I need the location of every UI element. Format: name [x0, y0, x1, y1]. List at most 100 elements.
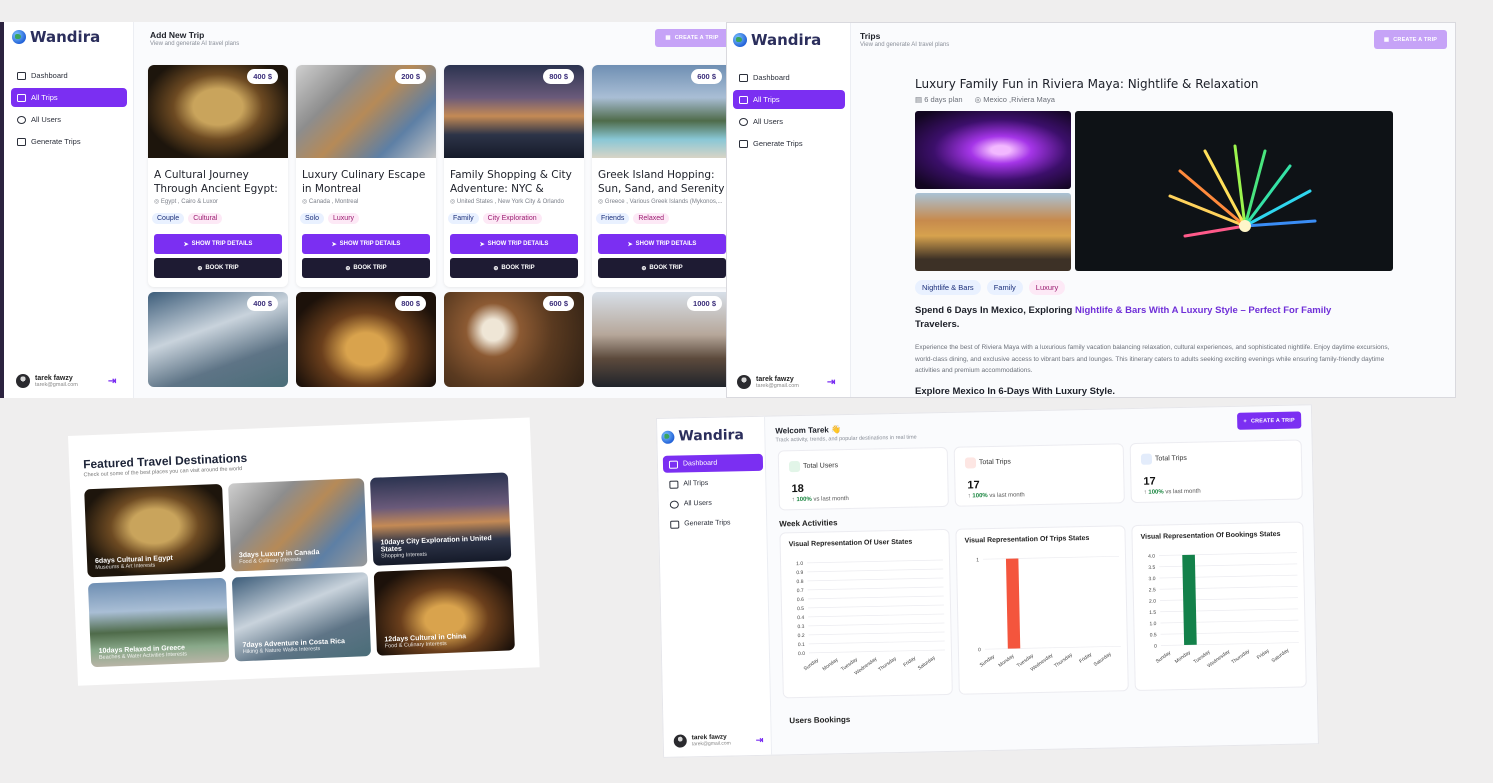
trip-card[interactable]: 600 $ [444, 292, 584, 387]
x-tick-label: Sunday [803, 657, 821, 672]
user-name: tarek fawzy [756, 375, 794, 383]
x-tick-label: Monday [997, 653, 1015, 669]
avatar [673, 734, 687, 748]
user-email: tarek@gmail.com [756, 382, 799, 389]
trip-location: ◎ Mexico ,Riviera Maya [974, 95, 1055, 104]
grid-icon [17, 71, 26, 80]
send-icon: ➤ [479, 241, 485, 248]
stat-label: Total Users [802, 462, 839, 470]
nav-item-dashboard[interactable]: Dashboard [662, 453, 764, 473]
x-tick-label: Friday [902, 655, 917, 668]
nav-item-all-trips[interactable]: All Trips [733, 90, 845, 109]
nav-item-all-trips[interactable]: All Trips [11, 88, 127, 107]
featured-tile[interactable]: 10days Relaxed in Greece Beaches & Water … [87, 577, 230, 668]
gridline [808, 631, 945, 636]
logout-icon[interactable]: ⇥ [108, 376, 116, 387]
user-email: tarek@gmail.com [35, 381, 78, 388]
plus-circle-icon: ⊕ [641, 265, 647, 272]
plus-circle-icon: ⊕ [493, 265, 499, 272]
add-trip-panel: Wandira Dashboard All Trips All Users Ge… [0, 22, 730, 398]
gridline [808, 604, 944, 609]
y-tick-label: 0 [978, 647, 981, 653]
nav-item-all-users[interactable]: All Users [733, 112, 845, 131]
trip-title: Luxury Family Fun in Riviera Maya: Night… [915, 77, 1259, 91]
user-icon [788, 460, 801, 473]
gridline [1160, 619, 1299, 624]
gridline [807, 586, 944, 591]
create-trip-button[interactable]: ▦ CREATE A TRIP [655, 29, 729, 47]
chart-card-bookings: Visual Representation Of Bookings States… [1131, 521, 1307, 692]
nav-item-all-users[interactable]: All Users [11, 110, 127, 129]
avatar [16, 374, 30, 388]
tag: Family [448, 213, 479, 224]
trip-card[interactable]: 600 $ Greek Island Hopping: Sun, Sand, a… [592, 65, 730, 287]
featured-tile[interactable]: 3days Luxury in Canada Food & Culinary In… [228, 478, 368, 572]
y-tick-label: 3.0 [1148, 576, 1155, 582]
tag: Couple [152, 213, 185, 224]
create-trip-button[interactable]: ▦ CREATE A TRIP [1374, 30, 1447, 49]
featured-tile[interactable]: 6days Cultural in Egypt Museums & Art Int… [84, 483, 226, 578]
gridline [807, 595, 944, 600]
grid-icon [739, 73, 748, 82]
section-users-bookings: Users Bookings [789, 714, 851, 726]
brand-logo[interactable]: Wandira [661, 427, 744, 445]
create-trip-button[interactable]: + CREATE A TRIP [1237, 411, 1302, 430]
chart-card-trips: Visual Representation Of Trips States 1 0… [955, 525, 1129, 695]
map-icon [964, 457, 977, 469]
book-trip-button[interactable]: ⊕ BOOK TRIP [450, 258, 578, 278]
nav-item-dashboard[interactable]: Dashboard [11, 66, 127, 85]
y-tick-label: 0.4 [797, 615, 804, 621]
nav-item-generate-trips[interactable]: Generate Trips [733, 134, 845, 153]
trip-card[interactable]: 200 $ Luxury Culinary Escape in Montreal… [296, 65, 436, 287]
stat-trend: ↑ 100% vs last month [967, 492, 1025, 500]
nav-item-generate-trips[interactable]: Generate Trips [11, 132, 127, 151]
book-trip-button[interactable]: ⊕ BOOK TRIP [302, 258, 430, 278]
trip-card[interactable]: 400 $ [148, 292, 288, 387]
trip-tags: Friends Relaxed [596, 213, 670, 224]
globe-icon [661, 430, 675, 444]
book-trip-button[interactable]: ⊕ BOOK TRIP [154, 258, 282, 278]
nav-item-all-users[interactable]: All Users [664, 494, 764, 513]
x-tick-label: Thursday [1053, 652, 1074, 669]
avatar [737, 375, 751, 389]
gallery-image-concert [915, 111, 1071, 189]
trip-card[interactable]: 800 $ [296, 292, 436, 387]
y-tick-label: 0.8 [796, 579, 803, 585]
trip-duration: ▤ 6 days plan [915, 95, 963, 104]
trip-card[interactable]: 800 $ Family Shopping & City Adventure: … [444, 65, 584, 287]
tag: Luxury [328, 213, 360, 224]
featured-tile[interactable]: 12days Cultural in China Food & Culinary … [373, 566, 515, 656]
trip-card[interactable]: 1000 $ [592, 292, 730, 387]
x-tick-label: Sunday [1155, 650, 1173, 665]
show-trip-details-button[interactable]: ➤ SHOW TRIP DETAILS [598, 234, 726, 254]
sidebar: Wandira Dashboard All Trips All Users Ge… [4, 22, 134, 398]
featured-tile[interactable]: 10days City Exploration in United States… [369, 472, 512, 566]
y-tick-label: 1.5 [1149, 610, 1156, 616]
tag: Family [986, 280, 1023, 295]
logout-icon[interactable]: ⇥ [756, 735, 764, 746]
logout-icon[interactable]: ⇥ [827, 377, 835, 388]
show-trip-details-button[interactable]: ➤ SHOW TRIP DETAILS [302, 234, 430, 254]
show-trip-details-button[interactable]: ➤ SHOW TRIP DETAILS [450, 234, 578, 254]
map-icon: ▦ [1383, 36, 1390, 43]
y-tick-label: 2.0 [1149, 599, 1156, 605]
show-trip-details-button[interactable]: ➤ SHOW TRIP DETAILS [154, 234, 282, 254]
nav-item-all-trips[interactable]: All Trips [663, 474, 763, 493]
y-tick-label: 0.7 [797, 588, 804, 594]
brand-logo[interactable]: Wandira [733, 31, 821, 49]
nav-item-generate-trips[interactable]: Generate Trips [664, 514, 764, 533]
page-subtitle: Track activity, trends, and popular dest… [775, 434, 917, 444]
brand-logo[interactable]: Wandira [12, 28, 100, 46]
gridline [808, 649, 945, 654]
page-subtitle: View and generate AI travel plans [150, 41, 240, 47]
gridline [1159, 574, 1298, 579]
nav-item-dashboard[interactable]: Dashboard [733, 68, 845, 87]
section-week-activities: Week Activities [779, 518, 838, 529]
map-fold-icon [739, 139, 748, 148]
featured-tile[interactable]: 7days Adventure in Costa Rica Hiking & Na… [231, 572, 372, 662]
book-trip-button[interactable]: ⊕ BOOK TRIP [598, 258, 726, 278]
users-icon [17, 115, 26, 124]
trip-card[interactable]: 400 $ A Cultural Journey Through Ancient… [148, 65, 288, 287]
tag: Relaxed [633, 213, 670, 224]
plus-icon: + [1243, 418, 1247, 425]
